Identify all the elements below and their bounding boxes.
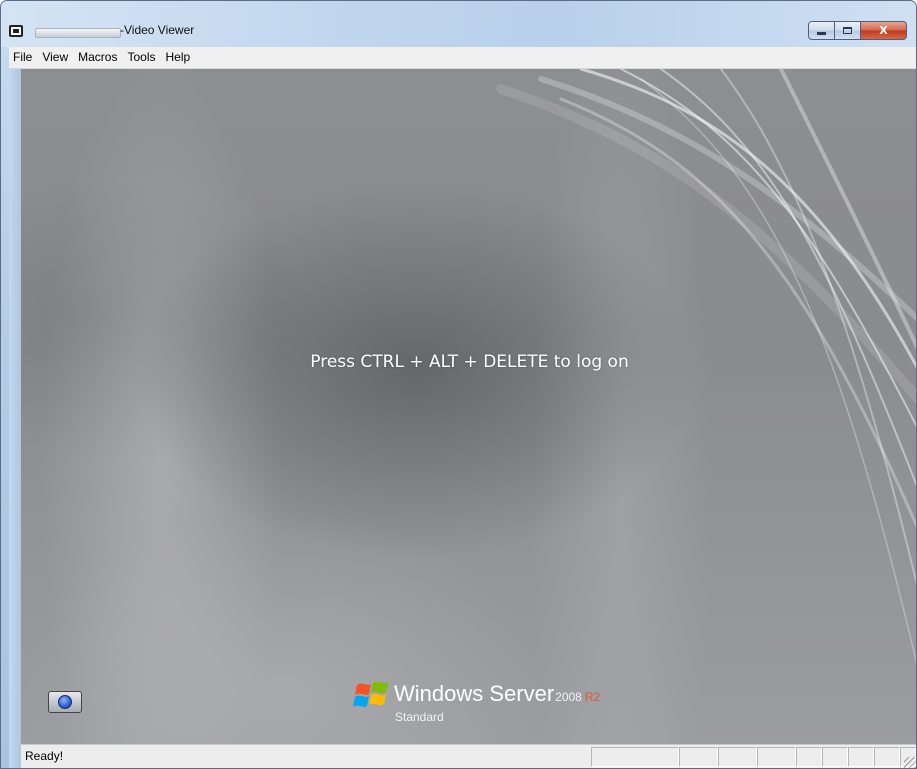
ease-of-access-icon: [58, 695, 72, 709]
ease-of-access-button[interactable]: [48, 691, 82, 713]
close-icon: X: [879, 24, 888, 37]
app-monitor-icon[interactable]: [9, 25, 23, 37]
minimize-icon: [817, 32, 826, 35]
menu-bar: File View Macros Tools Help: [9, 47, 916, 69]
status-pane: [591, 747, 679, 767]
status-pane: [848, 747, 874, 767]
status-pane: [874, 747, 900, 767]
window-left-border: [9, 69, 21, 768]
product-year: 2008: [555, 690, 582, 704]
menu-tools[interactable]: Tools: [122, 47, 160, 68]
window-title: -Video Viewer: [120, 23, 195, 37]
menu-macros[interactable]: Macros: [73, 47, 122, 68]
redacted-title-segment: [35, 28, 121, 38]
background-light-waves: [496, 69, 916, 664]
product-release: R2: [584, 690, 601, 704]
minimize-button[interactable]: [808, 21, 835, 40]
menu-file[interactable]: File: [9, 47, 37, 68]
caption-buttons: X: [808, 21, 907, 40]
status-pane: [718, 747, 757, 767]
close-button[interactable]: X: [861, 21, 907, 40]
product-edition: Standard: [395, 710, 444, 724]
status-bar: Ready!: [21, 744, 916, 768]
status-pane: [757, 747, 796, 767]
product-title: Windows Server: [394, 681, 555, 706]
status-text: Ready!: [25, 749, 64, 763]
logon-prompt: Press CTRL + ALT + DELETE to log on: [310, 352, 629, 372]
video-viewer-window: -Video Viewer X File View Macros Tools H…: [0, 0, 917, 769]
remote-screen-viewer[interactable]: Press CTRL + ALT + DELETE to log on Wind…: [21, 69, 916, 744]
menu-help[interactable]: Help: [161, 47, 196, 68]
status-pane: [796, 747, 822, 767]
windows-flag-icon: [353, 681, 389, 707]
title-bar[interactable]: -Video Viewer X: [1, 1, 916, 47]
status-pane: [822, 747, 848, 767]
status-pane: [679, 747, 718, 767]
resize-grip-icon[interactable]: [904, 757, 916, 768]
product-name: Windows Server2008 R2: [394, 681, 600, 707]
maximize-icon: [843, 27, 852, 34]
menu-view[interactable]: View: [37, 47, 73, 68]
maximize-button[interactable]: [835, 21, 861, 40]
